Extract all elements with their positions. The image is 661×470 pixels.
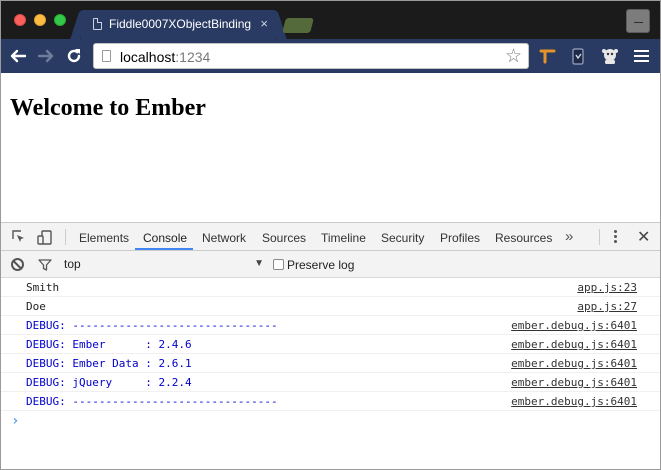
browser-toolbar: localhost:1234 ☆ (1, 39, 660, 73)
context-value: top (64, 257, 81, 271)
url-port: :1234 (175, 49, 211, 65)
preserve-log-label: Preserve log (287, 258, 355, 272)
device-toolbar-icon[interactable] (37, 230, 52, 245)
more-tabs-icon[interactable]: » (565, 228, 573, 245)
tab-sources[interactable]: Sources (262, 231, 306, 245)
console-messages: Smith app.js:23 Doe app.js:27 DEBUG: ---… (1, 278, 660, 433)
forward-button[interactable] (36, 46, 56, 66)
reload-button[interactable] (64, 46, 84, 66)
tab-resources[interactable]: Resources (495, 231, 552, 245)
source-link[interactable]: ember.debug.js:6401 (511, 319, 637, 332)
extension-clipboard-icon[interactable] (569, 47, 587, 65)
preserve-log-toggle[interactable]: Preserve log (273, 258, 354, 272)
source-link[interactable]: app.js:23 (577, 281, 637, 294)
clear-console-icon[interactable] (11, 258, 24, 271)
tab-profiles[interactable]: Profiles (440, 231, 480, 245)
window-minimize-button[interactable] (34, 14, 46, 26)
url-text[interactable]: localhost:1234 (120, 49, 210, 65)
console-prompt[interactable]: › (1, 411, 660, 433)
message-text: DEBUG: ------------------------------- (26, 395, 278, 408)
source-link[interactable]: ember.debug.js:6401 (511, 338, 637, 351)
document-icon (93, 18, 102, 30)
console-message: DEBUG: ------------------------------- e… (1, 316, 660, 335)
tab-network[interactable]: Network (202, 231, 246, 245)
browser-window: Fiddle0007XObjectBinding × localhost:123… (0, 0, 661, 470)
toolbar-divider (65, 229, 66, 245)
toolbar-divider (599, 229, 600, 245)
extension-mascot-icon[interactable] (600, 47, 618, 65)
url-host: localhost (120, 49, 176, 65)
message-text: Doe (26, 300, 46, 313)
star-icon[interactable]: ☆ (505, 45, 522, 68)
console-message: Smith app.js:23 (1, 278, 660, 297)
back-button[interactable] (8, 46, 28, 66)
window-close-button[interactable] (14, 14, 26, 26)
tab-elements[interactable]: Elements (79, 231, 129, 245)
message-text: DEBUG: Ember Data : 2.6.1 (26, 357, 192, 370)
devtools-close-icon[interactable]: ✕ (637, 227, 650, 247)
tab-security[interactable]: Security (381, 231, 424, 245)
kebab-menu-icon[interactable] (614, 230, 617, 244)
filter-icon[interactable] (38, 259, 52, 271)
profile-minimize-button[interactable] (626, 9, 650, 33)
page-icon (102, 50, 111, 62)
source-link[interactable]: ember.debug.js:6401 (511, 357, 637, 370)
console-message: DEBUG: Ember : 2.4.6 ember.debug.js:6401 (1, 335, 660, 354)
title-bar: Fiddle0007XObjectBinding × (1, 1, 660, 39)
message-text: Smith (26, 281, 60, 294)
preserve-log-checkbox[interactable] (273, 259, 284, 270)
extension-ember-icon[interactable] (538, 47, 556, 65)
arrow-left-icon (10, 49, 27, 63)
devtools-tab-bar: Elements Console Network Sources Timelin… (1, 223, 660, 251)
address-bar[interactable]: localhost:1234 ☆ (93, 43, 529, 69)
source-link[interactable]: app.js:27 (577, 300, 637, 313)
arrow-right-icon (37, 49, 54, 63)
browser-tab-active[interactable]: Fiddle0007XObjectBinding × (81, 10, 276, 39)
page-viewport: Welcome to Ember (1, 73, 660, 222)
context-select[interactable]: top ▼ (64, 257, 264, 273)
console-message: DEBUG: Ember Data : 2.6.1 ember.debug.js… (1, 354, 660, 373)
message-text: DEBUG: ------------------------------- (26, 319, 278, 332)
tab-console[interactable]: Console (143, 231, 187, 245)
source-link[interactable]: ember.debug.js:6401 (511, 395, 637, 408)
tab-close-icon[interactable]: × (260, 16, 268, 31)
window-maximize-button[interactable] (54, 14, 66, 26)
message-text: DEBUG: jQuery : 2.2.4 (26, 376, 192, 389)
source-link[interactable]: ember.debug.js:6401 (511, 376, 637, 389)
active-tab-indicator (135, 248, 193, 250)
console-toolbar: top ▼ Preserve log (1, 251, 660, 278)
inspect-element-icon[interactable] (12, 230, 26, 244)
devtools-panel: Elements Console Network Sources Timelin… (1, 222, 660, 469)
console-message: DEBUG: jQuery : 2.2.4 ember.debug.js:640… (1, 373, 660, 392)
message-text: DEBUG: Ember : 2.4.6 (26, 338, 192, 351)
console-message: Doe app.js:27 (1, 297, 660, 316)
console-message: DEBUG: ------------------------------- e… (1, 392, 660, 411)
chevron-down-icon: ▼ (254, 258, 264, 269)
tab-title: Fiddle0007XObjectBinding (109, 17, 252, 31)
reload-icon (67, 49, 81, 63)
page-title: Welcome to Ember (10, 95, 206, 121)
tab-timeline[interactable]: Timeline (321, 231, 366, 245)
hamburger-menu-icon[interactable] (634, 50, 649, 62)
prompt-caret-icon: › (11, 413, 20, 429)
new-tab-button[interactable] (282, 18, 314, 33)
